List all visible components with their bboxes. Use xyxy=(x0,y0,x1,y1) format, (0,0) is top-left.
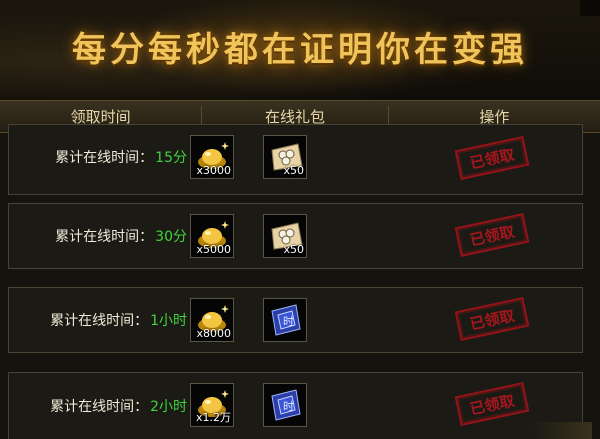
row-label-text: 累计在线时间： xyxy=(55,150,154,166)
title-banner: 每分每秒都在证明你在变强 xyxy=(0,0,600,101)
rice-ball-pack-item[interactable]: x50 xyxy=(263,214,307,258)
blue-scroll-icon: 时 xyxy=(271,389,301,421)
blue-scroll-item[interactable]: 时 xyxy=(263,298,307,342)
row-time-value: 30分 xyxy=(155,229,187,245)
corner-ornament xyxy=(532,422,592,439)
claimed-stamp: 已领取 xyxy=(454,136,530,180)
row-time-label: 累计在线时间： 1小时 xyxy=(9,288,187,352)
row-time-value: 1小时 xyxy=(150,313,187,329)
row-time-label: 累计在线时间： 2小时 xyxy=(9,373,187,439)
item-quantity: x5000 xyxy=(196,243,231,256)
reward-row: 累计在线时间： 2小时 x1.2万 时 已领取 xyxy=(8,372,583,439)
row-time-value: 2小时 xyxy=(150,399,187,415)
reward-row: 累计在线时间： 1小时 x8000 时 已领取 xyxy=(8,287,583,353)
row-time-value: 15分 xyxy=(155,150,187,166)
gold-ingot-item[interactable]: x8000 xyxy=(190,298,234,342)
reward-row: 累计在线时间： 30分 x5000 x50 已领取 xyxy=(8,203,583,269)
item-quantity: x3000 xyxy=(196,164,231,177)
reward-row: 累计在线时间： 15分 x3000 x50 已领取 xyxy=(8,124,583,195)
item-quantity: x8000 xyxy=(196,327,231,340)
row-label-text: 累计在线时间： xyxy=(50,399,149,415)
blue-scroll-icon: 时 xyxy=(271,304,301,336)
claimed-stamp: 已领取 xyxy=(454,213,530,257)
item-quantity: x1.2万 xyxy=(195,411,231,424)
gold-ingot-item[interactable]: x5000 xyxy=(190,214,234,258)
item-quantity: x50 xyxy=(283,164,304,177)
gold-ingot-item[interactable]: x3000 xyxy=(190,135,234,179)
claimed-stamp: 已领取 xyxy=(454,382,530,426)
banner-title: 每分每秒都在证明你在变强 xyxy=(72,30,528,70)
row-time-label: 累计在线时间： 15分 xyxy=(9,125,187,194)
rice-ball-pack-item[interactable]: x50 xyxy=(263,135,307,179)
row-label-text: 累计在线时间： xyxy=(55,229,154,245)
blue-scroll-item[interactable]: 时 xyxy=(263,383,307,427)
gold-ingot-item[interactable]: x1.2万 xyxy=(190,383,234,427)
corner-decoration xyxy=(580,0,600,16)
svg-text:时: 时 xyxy=(283,315,294,328)
item-quantity: x50 xyxy=(283,243,304,256)
svg-text:时: 时 xyxy=(283,400,294,413)
claimed-stamp: 已领取 xyxy=(454,297,530,341)
row-label-text: 累计在线时间： xyxy=(50,313,149,329)
row-time-label: 累计在线时间： 30分 xyxy=(9,204,187,268)
